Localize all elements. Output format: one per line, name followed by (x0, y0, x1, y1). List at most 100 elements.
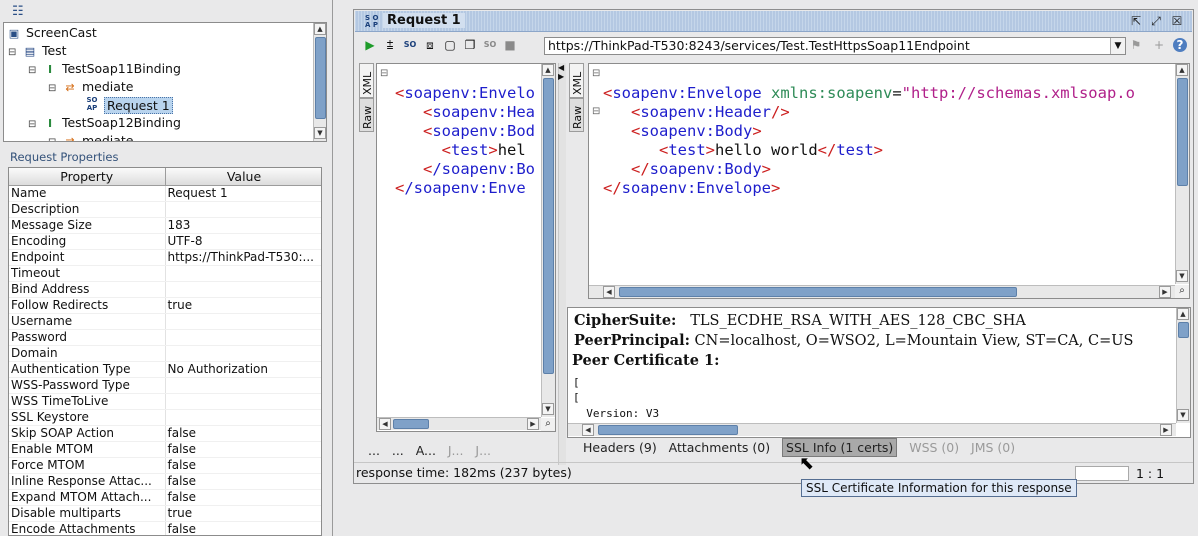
scroll-up-icon[interactable]: ▲ (314, 23, 326, 35)
property-row[interactable]: Follow Redirects true (9, 297, 321, 314)
scrollbar-thumb[interactable] (598, 425, 738, 435)
tab-request-auth[interactable]: ... (368, 443, 380, 458)
zoom-icon[interactable]: ⌕ (1175, 285, 1189, 298)
property-row[interactable]: Description (9, 201, 321, 218)
scroll-down-icon[interactable]: ▼ (542, 403, 554, 415)
scrollbar-thumb[interactable] (619, 287, 1017, 297)
ssl-horizontal-scrollbar[interactable]: ◀ ▶ (568, 423, 1176, 436)
collapse-right-icon[interactable]: ▶ (558, 72, 564, 81)
property-value[interactable] (165, 377, 321, 394)
property-row[interactable]: Domain (9, 345, 321, 362)
tab-response-jms[interactable]: JMS (0) (971, 440, 1015, 455)
response-horizontal-scrollbar[interactable]: ◀ ▶ (589, 285, 1175, 298)
request-xml-editor[interactable]: <soapenv:Envelo <soapenv:Hea <soapenv:Bo… (376, 63, 556, 432)
property-row[interactable]: Name Request 1 (9, 185, 321, 202)
endpoint-url-input[interactable]: https://ThinkPad-T530:8243/services/Test… (544, 37, 1126, 55)
create-test-icon[interactable]: SO (483, 38, 497, 52)
clone-request-icon[interactable]: ▢ (443, 38, 457, 52)
tab-request-headers[interactable]: ... (392, 443, 404, 458)
tree-item-interface[interactable]: ⊟ I TestSoap11Binding (28, 60, 181, 78)
property-value[interactable] (165, 265, 321, 282)
close-icon[interactable]: ☒ (1170, 14, 1184, 28)
scroll-down-icon[interactable]: ▼ (314, 127, 326, 139)
scroll-down-icon[interactable]: ▼ (1177, 409, 1189, 421)
property-value[interactable]: 183 (165, 217, 321, 234)
add-endpoint-icon[interactable]: + (1152, 38, 1166, 52)
stop-icon[interactable]: ■ (503, 38, 517, 52)
tree-item-request[interactable]: SO AP Request 1 (84, 96, 173, 114)
collapse-icon[interactable]: ⊟ (8, 44, 18, 62)
tree-item-workspace[interactable]: ▣ ScreenCast (6, 24, 97, 42)
tree-scrollbar[interactable]: ▲ ▼ (313, 23, 326, 141)
detach-icon[interactable]: ⇱ (1129, 14, 1143, 28)
property-value[interactable]: No Authorization (165, 361, 321, 378)
workspace-menu-icon[interactable]: ☷ (12, 4, 24, 19)
scroll-right-icon[interactable]: ▶ (1159, 286, 1171, 298)
recreate-request-icon[interactable]: ⧈ (423, 38, 437, 52)
property-value[interactable]: false (165, 489, 321, 506)
create-empty-icon[interactable]: SO (403, 38, 417, 52)
property-value[interactable]: false (165, 521, 321, 535)
property-row[interactable]: SSL Keystore (9, 409, 321, 426)
property-value[interactable] (165, 393, 321, 410)
property-value[interactable] (165, 201, 321, 218)
tab-response-headers[interactable]: Headers (9) (583, 440, 657, 455)
tree-item-project[interactable]: ⊟ ▤ Test (8, 42, 67, 60)
property-value[interactable] (165, 313, 321, 330)
property-value[interactable]: false (165, 473, 321, 490)
request-horizontal-scrollbar[interactable]: ◀ ▶ (377, 417, 541, 430)
fold-icon[interactable]: ⊟ (380, 68, 388, 79)
collapse-icon[interactable]: ⊟ (28, 62, 38, 80)
property-row[interactable]: Endpoint https://ThinkPad-T530:... (9, 249, 321, 266)
tab-response-xml[interactable]: XML (569, 63, 584, 98)
property-row[interactable]: Authentication Type No Authorization (9, 361, 321, 378)
property-value[interactable]: https://ThinkPad-T530:... (165, 249, 321, 266)
window-titlebar[interactable]: S OA P Request 1 ⇱ ⤢ ☒ (355, 11, 1192, 32)
scroll-down-icon[interactable]: ▼ (1176, 270, 1188, 282)
scrollbar-thumb[interactable] (1177, 78, 1188, 186)
column-header-property[interactable]: Property (9, 168, 166, 186)
property-row[interactable]: Skip SOAP Action false (9, 425, 321, 442)
tab-response-wss[interactable]: WSS (0) (909, 440, 959, 455)
collapse-icon[interactable]: ⊟ (48, 80, 58, 98)
split-divider[interactable] (558, 63, 566, 465)
fold-icon[interactable]: ⊟ (592, 68, 600, 79)
property-value[interactable] (165, 329, 321, 346)
scrollbar-thumb[interactable] (1178, 322, 1189, 338)
copy-icon[interactable]: ❐ (463, 38, 477, 52)
property-value[interactable] (165, 281, 321, 298)
property-value[interactable]: Request 1 (165, 185, 321, 202)
tab-request-xml[interactable]: XML (359, 63, 374, 98)
request-vertical-scrollbar[interactable]: ▲ ▼ (541, 64, 555, 417)
tree-item-operation[interactable]: ⊟ ⇄ mediate (48, 78, 134, 96)
property-value[interactable]: true (165, 297, 321, 314)
edit-endpoint-icon[interactable]: ⚑ (1129, 38, 1143, 52)
collapse-icon[interactable]: ⊟ (48, 134, 58, 141)
add-assertion-icon[interactable]: ⩲ (383, 38, 397, 52)
property-row[interactable]: Inline Response Attac... false (9, 473, 321, 490)
tab-response-raw[interactable]: Raw (569, 98, 584, 132)
scrollbar-thumb[interactable] (543, 78, 554, 374)
properties-table[interactable]: Property Value Name Request 1 Description M… (8, 167, 322, 536)
property-value[interactable] (165, 409, 321, 426)
collapse-icon[interactable]: ⊟ (28, 116, 38, 134)
maximize-icon[interactable]: ⤢ (1149, 14, 1163, 28)
property-value[interactable]: true (165, 505, 321, 522)
property-row[interactable]: Password (9, 329, 321, 346)
scroll-right-icon[interactable]: ▶ (1160, 424, 1172, 436)
tree-item-interface[interactable]: ⊟ I TestSoap12Binding (28, 114, 181, 132)
scroll-right-icon[interactable]: ▶ (527, 418, 539, 430)
property-row[interactable]: Encode Attachments false (9, 521, 321, 535)
scroll-up-icon[interactable]: ▲ (1176, 64, 1188, 76)
fold-icon[interactable]: ⊟ (592, 106, 600, 117)
column-header-value[interactable]: Value (165, 168, 321, 186)
tab-response-attachments[interactable]: Attachments (0) (669, 440, 770, 455)
property-row[interactable]: Message Size 183 (9, 217, 321, 234)
scroll-left-icon[interactable]: ◀ (582, 424, 594, 436)
property-row[interactable]: Enable MTOM false (9, 441, 321, 458)
property-row[interactable]: Bind Address (9, 281, 321, 298)
property-row[interactable]: Expand MTOM Attach... false (9, 489, 321, 506)
scroll-up-icon[interactable]: ▲ (542, 64, 554, 76)
zoom-icon[interactable]: ⌕ (541, 418, 555, 431)
ssl-vertical-scrollbar[interactable]: ▲ ▼ (1176, 308, 1190, 423)
